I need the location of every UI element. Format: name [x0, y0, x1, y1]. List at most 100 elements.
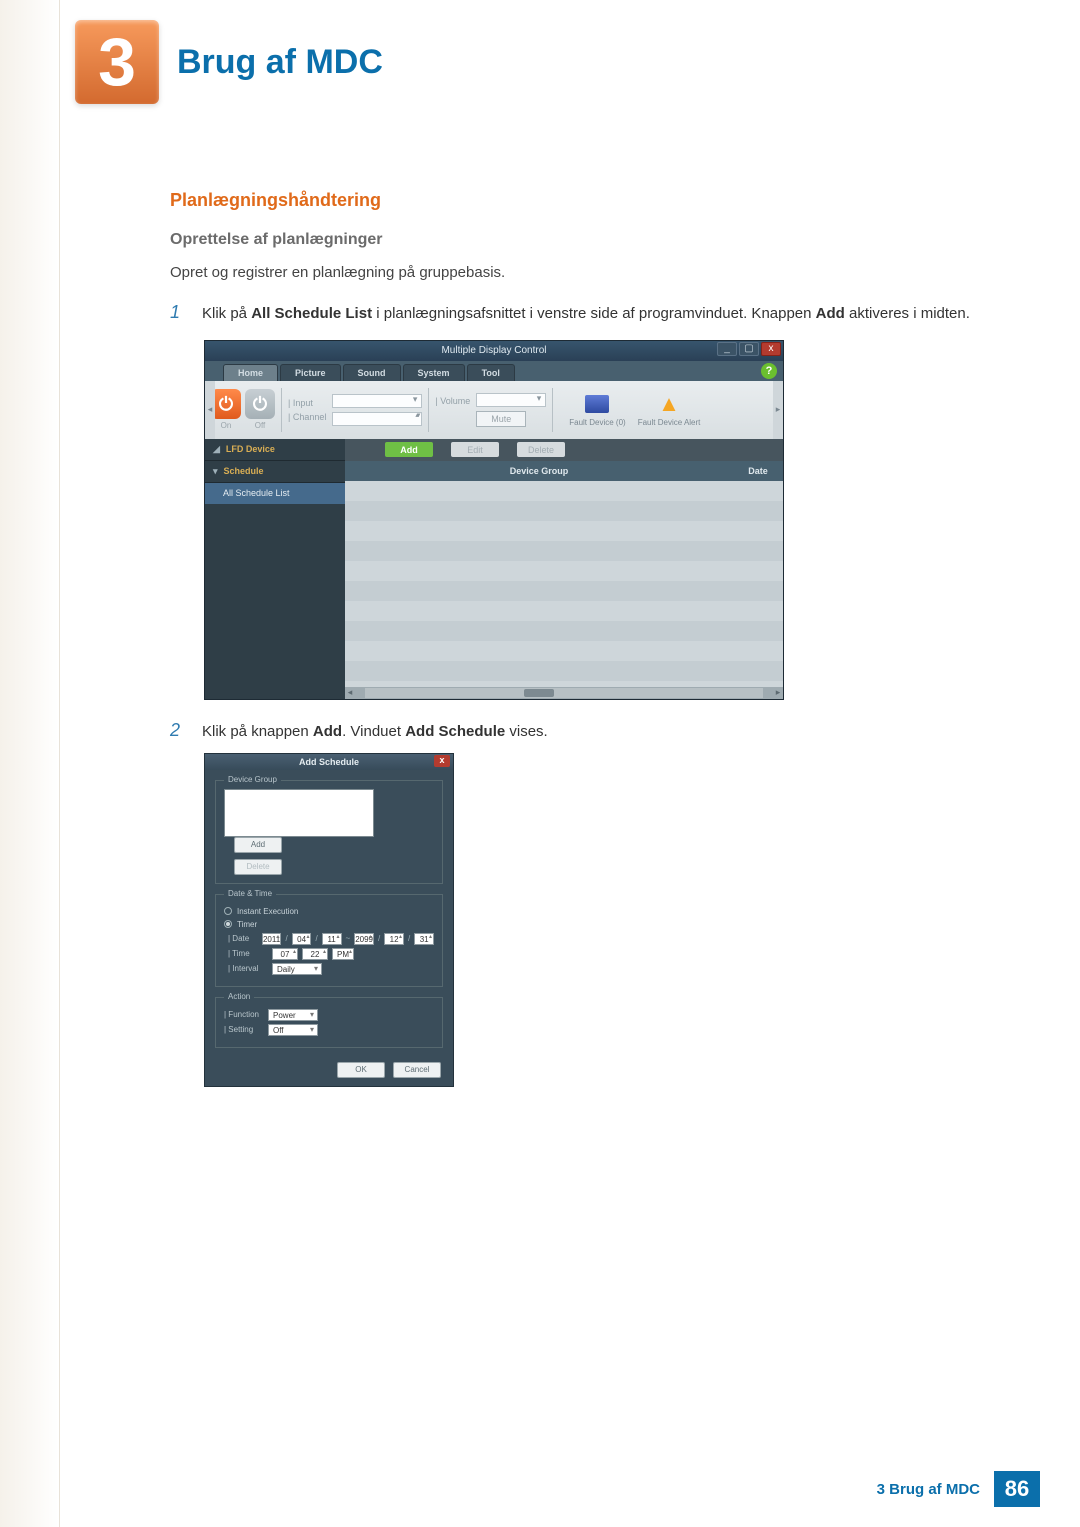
time-minute[interactable]: 22: [302, 948, 328, 960]
time-hour[interactable]: 07: [272, 948, 298, 960]
function-select[interactable]: Power: [268, 1009, 318, 1021]
interval-label: | Interval: [228, 964, 268, 973]
dialog-footer: OK Cancel: [205, 1058, 453, 1078]
sep: /: [315, 934, 317, 943]
device-group-listbox[interactable]: [224, 789, 374, 837]
tab-tool[interactable]: Tool: [467, 364, 515, 381]
monitor-warning-icon: [584, 392, 610, 416]
fault-device-button[interactable]: Fault Device (0): [569, 392, 625, 427]
divider: [281, 388, 282, 432]
channel-spinner[interactable]: [332, 412, 422, 426]
action-legend: Action: [224, 992, 254, 1001]
interval-select[interactable]: Daily: [272, 963, 322, 975]
t: Klik på knappen: [202, 723, 313, 740]
device-group-add-button[interactable]: Add: [234, 837, 282, 853]
input-label: | Input: [288, 398, 313, 408]
step-text: Klik på All Schedule List i planlægnings…: [202, 302, 970, 325]
section-heading: Planlægningshåndtering: [170, 190, 990, 211]
date-to-month[interactable]: 12: [384, 933, 404, 945]
power-on-label: On: [221, 421, 232, 430]
date-from-month[interactable]: 04: [292, 933, 312, 945]
date-to-year[interactable]: 2099: [354, 933, 374, 945]
sidebar-empty: [205, 505, 345, 699]
page-gutter: [0, 0, 60, 1527]
tabbar: Home Picture Sound System Tool ?: [205, 361, 783, 381]
sidebar-item-all-schedule-list[interactable]: All Schedule List: [205, 483, 345, 505]
chapter-title: Brug af MDC: [177, 43, 383, 82]
collapse-icon: ◢: [213, 444, 220, 455]
t: Klik på: [202, 305, 251, 322]
cancel-button[interactable]: Cancel: [393, 1062, 441, 1078]
power-off-button[interactable]: ⏻ Off: [245, 389, 275, 430]
device-group-section: Device Group Add Delete: [215, 780, 443, 884]
toolbar-scroll-left[interactable]: ◂: [205, 381, 215, 439]
tab-home[interactable]: Home: [223, 364, 278, 381]
setting-select[interactable]: Off: [268, 1024, 318, 1036]
date-from-year[interactable]: 2011: [262, 933, 282, 945]
volume-column: | Volume: [435, 396, 470, 424]
tab-sound[interactable]: Sound: [343, 364, 401, 381]
horizontal-scrollbar[interactable]: ◂ ▸: [345, 687, 783, 699]
chapter-number: 3: [75, 20, 159, 104]
close-button[interactable]: x: [761, 342, 781, 356]
date-to-day[interactable]: 31: [414, 933, 434, 945]
sidebar: ◢LFD Device ▾Schedule All Schedule List: [205, 439, 345, 699]
delete-button[interactable]: Delete: [517, 442, 565, 457]
minimize-button[interactable]: _: [717, 342, 737, 356]
instant-execution-radio[interactable]: Instant Execution: [224, 907, 434, 916]
sidebar-lfd-header[interactable]: ◢LFD Device: [205, 439, 345, 461]
tab-system[interactable]: System: [403, 364, 465, 381]
input-column: | Input | Channel: [288, 398, 326, 422]
device-group-legend: Device Group: [224, 775, 281, 784]
toolbar: ◂ ⏻ On ⏻ Off | Input | Channel: [205, 381, 783, 439]
volume-slider[interactable]: [476, 393, 546, 407]
t: vises.: [505, 723, 548, 740]
step-1: 1 Klik på All Schedule List i planlægnin…: [170, 302, 990, 325]
timer-label: Timer: [237, 920, 257, 929]
edit-button[interactable]: Edit: [451, 442, 499, 457]
sep: /: [285, 934, 287, 943]
fault-alert-label: Fault Device Alert: [638, 418, 701, 427]
column-device-group: Device Group: [345, 466, 733, 476]
power-off-icon: ⏻: [245, 389, 275, 419]
action-bar: Add Edit Delete: [345, 439, 783, 461]
window-controls: _ ▢ x: [717, 342, 781, 356]
timer-radio[interactable]: Timer: [224, 920, 434, 929]
ok-button[interactable]: OK: [337, 1062, 385, 1078]
power-controls: ⏻ On ⏻ Off: [211, 389, 275, 430]
toolbar-scroll-right[interactable]: ▸: [773, 381, 783, 439]
window-title: Multiple Display Control: [205, 345, 783, 356]
scroll-track: [365, 688, 763, 698]
date-from-day[interactable]: 11: [322, 933, 342, 945]
t: aktiveres i midten.: [845, 305, 970, 322]
action-section: Action | Function Power | Setting Off: [215, 997, 443, 1048]
tab-picture[interactable]: Picture: [280, 364, 341, 381]
sidebar-schedule-header[interactable]: ▾Schedule: [205, 461, 345, 483]
power-on-button[interactable]: ⏻ On: [211, 389, 241, 430]
fault-alert-button[interactable]: ▲ Fault Device Alert: [638, 392, 701, 427]
t: i planlægningsafsnittet i venstre side a…: [372, 305, 816, 322]
help-button[interactable]: ?: [761, 363, 777, 379]
mdc-window: Multiple Display Control _ ▢ x Home Pict…: [204, 340, 784, 700]
channel-label: | Channel: [288, 412, 326, 422]
power-off-label: Off: [255, 421, 266, 430]
time-label: | Time: [228, 949, 268, 958]
setting-label: | Setting: [224, 1025, 264, 1034]
fault-device-label: Fault Device (0): [569, 418, 625, 427]
mute-button[interactable]: Mute: [476, 411, 526, 427]
device-group-delete-button[interactable]: Delete: [234, 859, 282, 875]
date-time-legend: Date & Time: [224, 889, 276, 898]
input-controls: [332, 394, 422, 426]
scroll-thumb[interactable]: [524, 689, 554, 697]
app-body: ◢LFD Device ▾Schedule All Schedule List …: [205, 439, 783, 699]
time-ampm[interactable]: PM: [332, 948, 354, 960]
dialog-close-button[interactable]: x: [434, 755, 450, 767]
add-button[interactable]: Add: [385, 442, 433, 457]
input-select[interactable]: [332, 394, 422, 408]
radio-icon: [224, 907, 232, 915]
maximize-button[interactable]: ▢: [739, 342, 759, 356]
divider: [552, 388, 553, 432]
step-text: Klik på knappen Add. Vinduet Add Schedul…: [202, 720, 548, 743]
scroll-right-icon: ▸: [773, 687, 783, 698]
main-area: Add Edit Delete Device Group Date ◂ ▸: [345, 439, 783, 699]
